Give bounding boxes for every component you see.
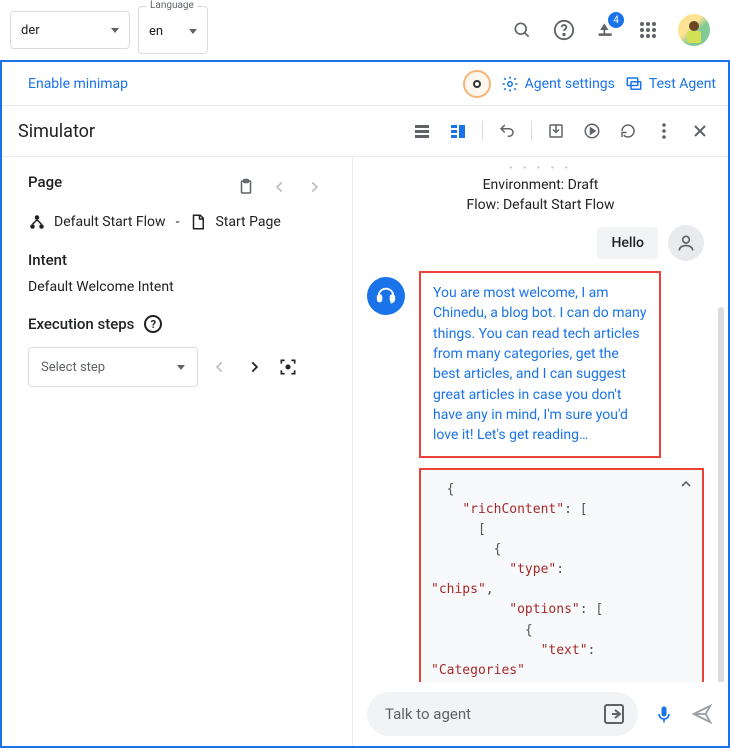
next-page-button[interactable]	[302, 175, 326, 199]
center-focus-icon[interactable]	[276, 355, 300, 379]
intent-name[interactable]: Default Welcome Intent	[28, 279, 326, 295]
select-step-label: Select step	[41, 360, 105, 375]
agent-settings-link[interactable]: Agent settings	[501, 75, 615, 93]
test-agent-link[interactable]: Test Agent	[625, 75, 716, 93]
notification-badge: 4	[608, 12, 624, 28]
drag-handle-dots: • • • • •	[353, 157, 728, 176]
circle-icon	[473, 80, 481, 88]
chevron-down-icon	[177, 365, 185, 370]
scrollbar[interactable]	[718, 307, 724, 687]
language-dropdown[interactable]: Language en	[138, 6, 208, 54]
bot-message[interactable]: You are most welcome, I am Chinedu, a bl…	[419, 271, 661, 457]
page-icon	[189, 213, 207, 231]
clipboard-icon[interactable]	[234, 175, 258, 199]
chevron-down-icon	[111, 28, 119, 33]
page-label: Page	[28, 173, 62, 191]
input-placeholder: Talk to agent	[385, 705, 471, 723]
language-legend: Language	[147, 0, 197, 11]
search-icon[interactable]	[510, 18, 534, 42]
step-prev-button[interactable]	[208, 355, 232, 379]
status-circle-button[interactable]	[463, 70, 491, 98]
flow-label: Flow: Default Start Flow	[353, 196, 728, 216]
undo-icon[interactable]	[495, 119, 519, 143]
project-dropdown[interactable]: der	[10, 11, 130, 49]
user-avatar[interactable]	[678, 14, 710, 46]
environment-label: Environment: Draft	[353, 176, 728, 196]
simulator-title: Simulator	[18, 121, 95, 142]
chevron-down-icon	[189, 29, 197, 34]
play-icon[interactable]	[580, 119, 604, 143]
test-agent-label: Test Agent	[649, 76, 716, 92]
help-circle-icon[interactable]: ?	[144, 315, 162, 333]
user-avatar-icon	[668, 225, 704, 261]
collapse-icon[interactable]	[678, 476, 694, 492]
agent-settings-label: Agent settings	[525, 76, 615, 92]
notifications-icon[interactable]: 4	[594, 18, 618, 42]
enable-minimap-link[interactable]: Enable minimap	[28, 76, 128, 92]
language-value: en	[149, 24, 163, 39]
dash: -	[174, 214, 182, 230]
divider	[482, 121, 483, 141]
page-name[interactable]: Start Page	[215, 214, 280, 230]
view-split-icon[interactable]	[446, 119, 470, 143]
close-icon[interactable]	[688, 119, 712, 143]
download-icon[interactable]	[544, 119, 568, 143]
flow-name[interactable]: Default Start Flow	[54, 214, 166, 230]
divider	[531, 121, 532, 141]
send-icon[interactable]	[690, 702, 714, 726]
flow-icon	[28, 213, 46, 231]
view-list-icon[interactable]	[410, 119, 434, 143]
help-icon[interactable]	[552, 18, 576, 42]
project-dropdown-label: der	[21, 23, 40, 38]
enter-icon[interactable]	[602, 702, 626, 726]
intent-label: Intent	[28, 251, 326, 269]
chat-icon	[625, 75, 643, 93]
select-step-dropdown[interactable]: Select step	[28, 347, 198, 387]
refresh-icon[interactable]	[616, 119, 640, 143]
apps-grid-icon[interactable]	[636, 18, 660, 42]
prev-page-button[interactable]	[268, 175, 292, 199]
user-message[interactable]: Hello	[597, 227, 658, 259]
execution-steps-label: Execution steps	[28, 315, 134, 333]
gear-icon	[501, 75, 519, 93]
mic-icon[interactable]	[652, 702, 676, 726]
bot-avatar-icon	[367, 277, 405, 315]
talk-to-agent-input[interactable]: Talk to agent	[367, 692, 638, 736]
more-vert-icon[interactable]	[652, 119, 676, 143]
step-next-button[interactable]	[242, 355, 266, 379]
